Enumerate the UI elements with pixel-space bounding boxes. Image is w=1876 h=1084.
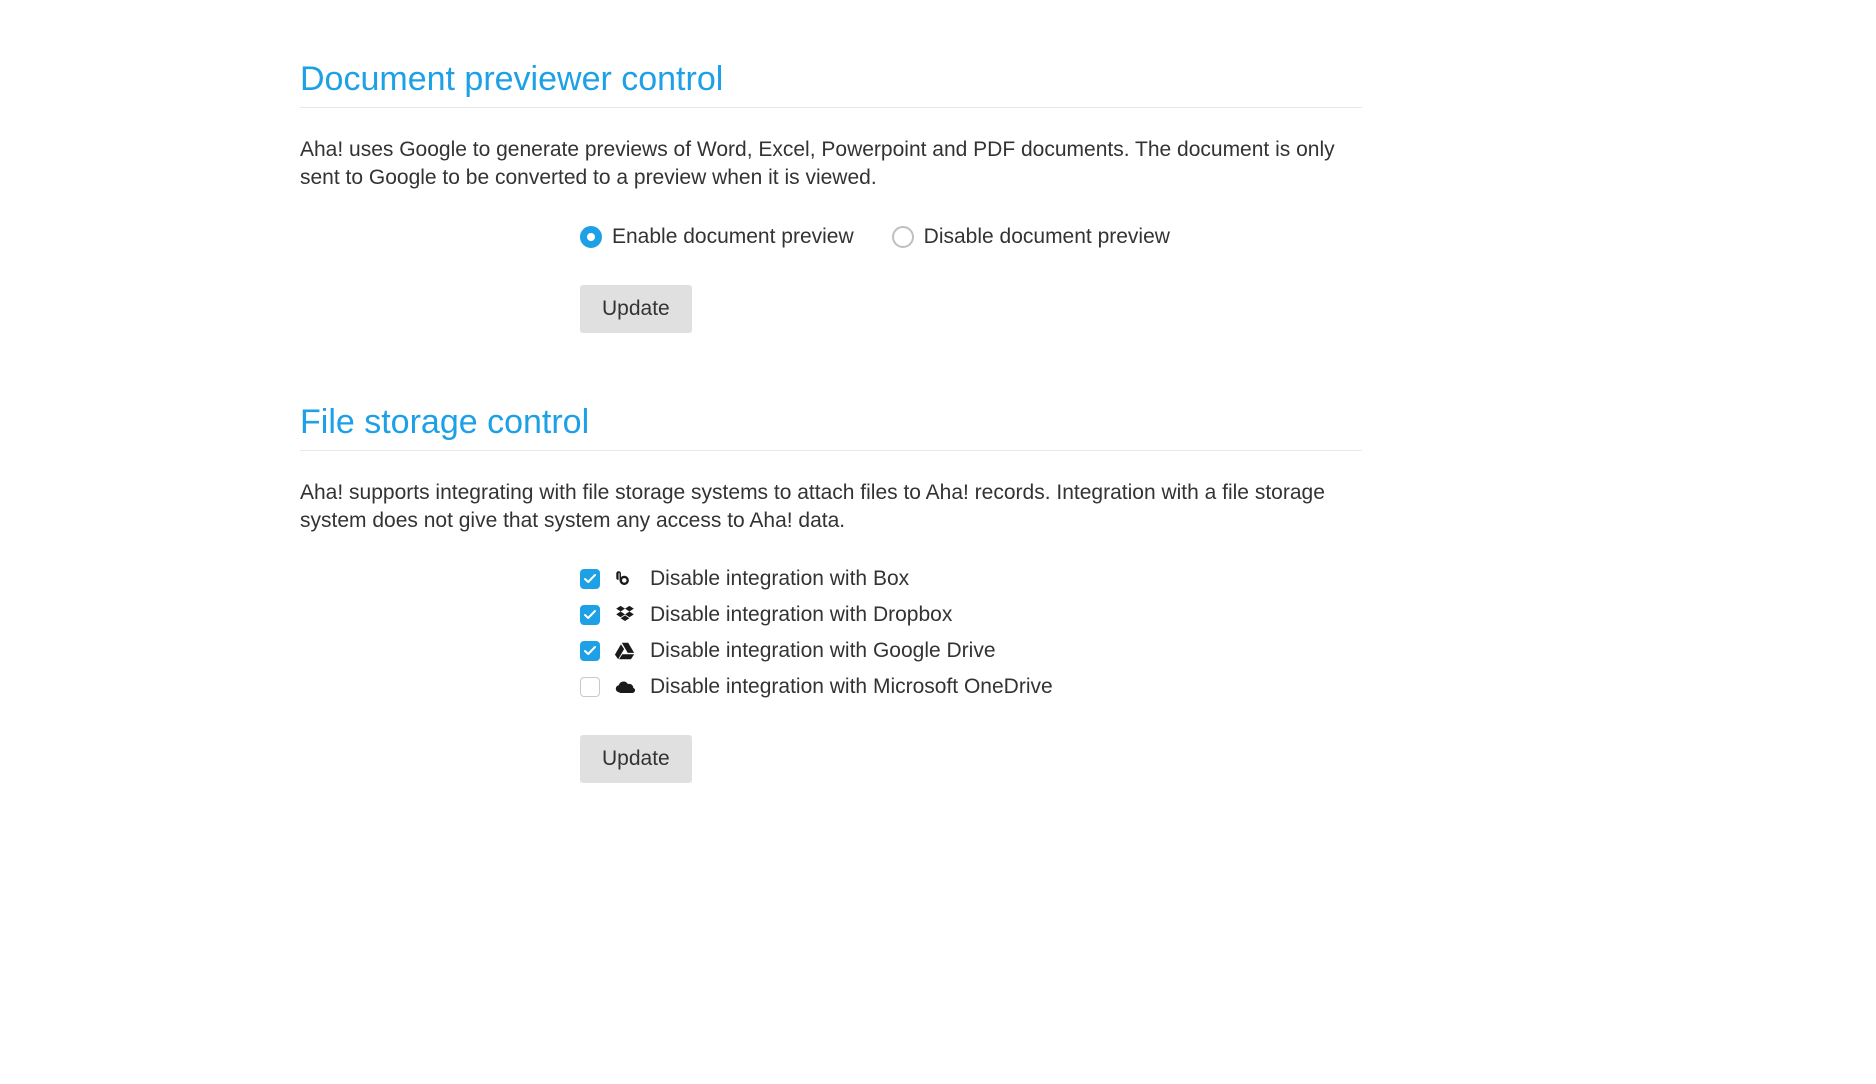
checkbox-icon <box>580 569 600 589</box>
radio-icon <box>580 226 602 248</box>
checkbox-icon <box>580 641 600 661</box>
file-storage-update-button[interactable]: Update <box>580 735 692 783</box>
onedrive-icon <box>614 676 636 698</box>
enable-document-preview-radio[interactable]: Enable document preview <box>580 225 854 249</box>
disable-onedrive-checkbox[interactable]: Disable integration with Microsoft OneDr… <box>580 675 1362 699</box>
checkbox-label: Disable integration with Box <box>650 567 909 591</box>
dropbox-icon <box>614 604 636 626</box>
checkbox-icon <box>580 677 600 697</box>
radio-label: Enable document preview <box>612 225 854 249</box>
doc-previewer-radio-group: Enable document preview Disable document… <box>580 225 1362 249</box>
checkbox-icon <box>580 605 600 625</box>
doc-previewer-heading: Document previewer control <box>300 60 1362 108</box>
disable-box-checkbox[interactable]: Disable integration with Box <box>580 567 1362 591</box>
disable-google-drive-checkbox[interactable]: Disable integration with Google Drive <box>580 639 1362 663</box>
box-icon <box>614 568 636 590</box>
doc-previewer-description: Aha! uses Google to generate previews of… <box>300 136 1362 193</box>
checkbox-label: Disable integration with Microsoft OneDr… <box>650 675 1053 699</box>
file-storage-description: Aha! supports integrating with file stor… <box>300 479 1362 536</box>
doc-previewer-update-button[interactable]: Update <box>580 285 692 333</box>
radio-label: Disable document preview <box>924 225 1170 249</box>
radio-icon <box>892 226 914 248</box>
checkbox-label: Disable integration with Dropbox <box>650 603 952 627</box>
disable-document-preview-radio[interactable]: Disable document preview <box>892 225 1170 249</box>
disable-dropbox-checkbox[interactable]: Disable integration with Dropbox <box>580 603 1362 627</box>
google-drive-icon <box>614 640 636 662</box>
file-storage-checkbox-list: Disable integration with Box Disable int… <box>580 567 1362 699</box>
checkbox-label: Disable integration with Google Drive <box>650 639 996 663</box>
file-storage-heading: File storage control <box>300 403 1362 451</box>
